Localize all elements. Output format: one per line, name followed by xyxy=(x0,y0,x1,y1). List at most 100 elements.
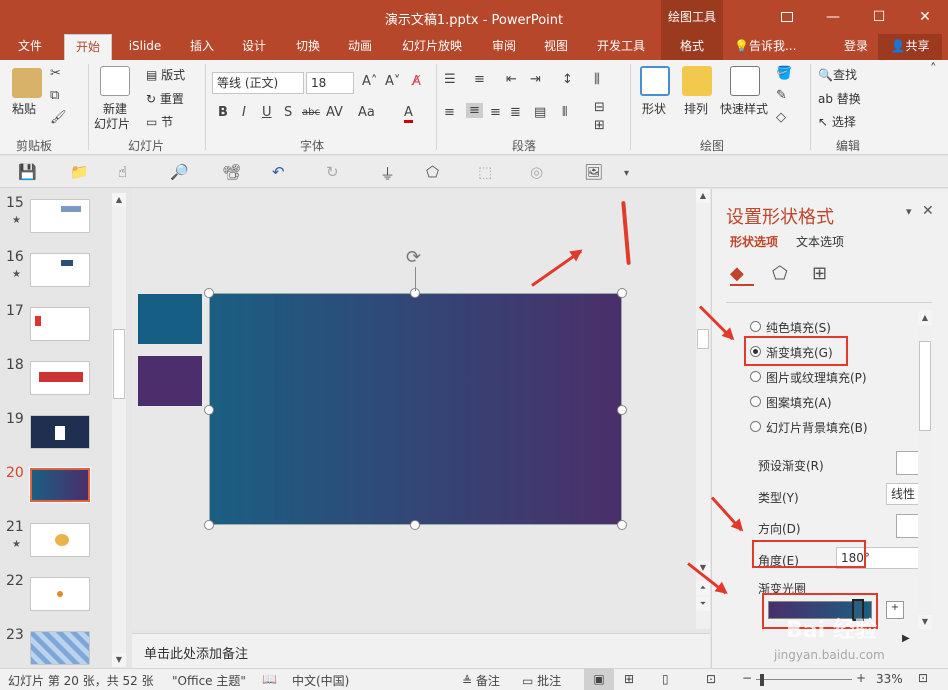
zoom-slider-thumb[interactable] xyxy=(759,674,764,686)
maximize-button[interactable]: ☐ xyxy=(856,0,902,34)
ribbon-display-options-button[interactable] xyxy=(764,0,810,34)
slideshow-from-start-icon[interactable]: 📽 xyxy=(222,163,241,181)
radio-pattern-fill[interactable] xyxy=(750,396,761,407)
resize-handle[interactable] xyxy=(204,405,214,415)
canvas-scrollbar[interactable]: ▲ ▼ ⏶ ⏷ xyxy=(696,189,710,629)
quick-styles-button[interactable]: 快速样式 xyxy=(720,100,768,117)
login-link[interactable]: 登录 xyxy=(838,34,874,60)
font-color-icon[interactable]: A xyxy=(404,105,413,123)
columns-icon[interactable]: ⫴ xyxy=(562,105,567,120)
slide-thumbnail-18[interactable] xyxy=(30,361,90,395)
fit-to-window-icon[interactable]: ⊡ xyxy=(918,671,928,685)
align-right-icon[interactable]: ≡ xyxy=(490,105,501,120)
shape-outline-icon[interactable]: ✎ xyxy=(776,88,787,103)
bold-button[interactable]: B xyxy=(218,105,228,120)
align-center-icon[interactable]: ≡ xyxy=(466,103,483,118)
clear-formatting-icon[interactable]: A̸ xyxy=(412,74,421,89)
share-button[interactable]: 👤共享 xyxy=(878,34,942,60)
tab-format[interactable]: 格式 xyxy=(661,34,723,60)
undo-icon[interactable]: ↶ xyxy=(272,163,285,181)
tab-home[interactable]: 开始 xyxy=(64,34,112,60)
find-button[interactable]: 🔍查找 xyxy=(818,66,857,83)
replace-button[interactable]: ab 替换 xyxy=(818,90,861,107)
scroll-thumb[interactable] xyxy=(697,329,709,349)
collapse-ribbon-icon[interactable]: ˄ xyxy=(930,62,937,77)
slide-thumbnail-17[interactable] xyxy=(30,307,90,341)
grow-font-icon[interactable]: A˄ xyxy=(362,74,377,89)
rotate-handle-icon[interactable]: ⟳ xyxy=(406,247,426,268)
underline-button[interactable]: U xyxy=(262,105,272,120)
shape-effects-icon[interactable]: ◇ xyxy=(776,110,786,125)
new-slide-label-2[interactable]: 幻灯片 xyxy=(94,115,130,132)
resize-handle[interactable] xyxy=(617,405,627,415)
zoom-level[interactable]: 33% xyxy=(876,672,903,686)
tab-shape-options[interactable]: 形状选项 xyxy=(730,233,778,250)
align-icon[interactable]: ⏚ xyxy=(380,163,395,184)
radio-solid-fill[interactable] xyxy=(750,321,761,332)
slide-thumbnail-20[interactable] xyxy=(29,467,91,503)
text-direction-icon[interactable]: ⫼ xyxy=(594,72,600,87)
effects-pentagon-icon[interactable]: ⬠ xyxy=(772,263,788,284)
slideshow-view-icon[interactable]: ⊡ xyxy=(706,672,716,686)
tab-developer[interactable]: 开发工具 xyxy=(590,34,652,60)
color-swatch-purple[interactable] xyxy=(138,356,202,406)
gradient-rectangle-shape[interactable] xyxy=(209,293,622,525)
justify-icon[interactable]: ≣ xyxy=(510,105,521,120)
smartart-icon[interactable]: ⊞ xyxy=(594,118,605,133)
tab-view[interactable]: 视图 xyxy=(534,34,578,60)
bullets-icon[interactable]: ☰ xyxy=(444,72,456,87)
tab-text-options[interactable]: 文本选项 xyxy=(796,233,844,250)
format-painter-icon[interactable]: 🖌 xyxy=(50,110,67,125)
thumbnails-scrollbar[interactable]: ▲ ▼ xyxy=(112,193,126,667)
font-size-combo[interactable]: 18 xyxy=(306,72,354,94)
cut-icon[interactable]: ✂ xyxy=(50,66,61,81)
spellcheck-icon[interactable]: 📖 xyxy=(262,672,277,686)
redo-icon[interactable]: ↻ xyxy=(326,163,339,181)
shadow-button[interactable]: S xyxy=(284,105,292,120)
language-indicator[interactable]: 中文(中国) xyxy=(292,672,349,689)
direction-dropdown[interactable] xyxy=(896,514,920,538)
add-gradient-stop-icon[interactable]: + xyxy=(886,601,904,619)
resize-handle[interactable] xyxy=(204,520,214,530)
slide-thumbnail-16[interactable] xyxy=(30,253,90,287)
strikethrough-button[interactable]: abc xyxy=(302,107,320,118)
touch-mode-icon[interactable]: ☝ xyxy=(118,163,127,181)
resize-handle[interactable] xyxy=(617,520,627,530)
customize-qat-icon[interactable]: ▾ xyxy=(624,168,629,179)
tell-me-box[interactable]: 💡告诉我... xyxy=(734,34,802,60)
tab-transitions[interactable]: 切换 xyxy=(286,34,330,60)
open-folder-icon[interactable]: 📁 xyxy=(70,163,89,181)
group-objects-icon[interactable]: ⬚ xyxy=(478,163,492,181)
preset-gradient-dropdown[interactable] xyxy=(896,451,920,475)
zoom-out-icon[interactable]: − xyxy=(742,671,752,685)
tab-design[interactable]: 设计 xyxy=(232,34,276,60)
pane-options-icon[interactable]: ▾ xyxy=(906,205,912,218)
shape-icon[interactable]: ⬠ xyxy=(426,163,439,181)
print-preview-icon[interactable]: 🔎 xyxy=(170,163,189,181)
scroll-thumb[interactable] xyxy=(113,329,125,399)
reading-view-icon[interactable]: ▯ xyxy=(662,672,669,686)
pane-close-icon[interactable]: ✕ xyxy=(922,203,934,219)
next-slide-icon[interactable]: ⏷ xyxy=(696,597,710,611)
increase-indent-icon[interactable]: ⇥ xyxy=(530,72,541,87)
numbering-icon[interactable]: ≡ xyxy=(474,72,485,87)
pane-scrollbar[interactable]: ▲ ▼ xyxy=(918,311,932,629)
align-left-icon[interactable]: ≡ xyxy=(444,105,455,120)
distributed-icon[interactable]: ▤ xyxy=(534,105,546,120)
color-swatch-teal[interactable] xyxy=(138,294,202,344)
shape-fill-icon[interactable]: 🪣 xyxy=(776,66,792,81)
reset-button[interactable]: ↻ 重置 xyxy=(146,90,184,107)
pane-scroll-right-icon[interactable]: ▶ xyxy=(902,633,910,644)
slide-thumbnail-15[interactable] xyxy=(30,199,90,233)
select-button[interactable]: ↖ 选择 xyxy=(818,113,856,130)
save-icon[interactable]: 💾 xyxy=(18,163,37,181)
previous-slide-icon[interactable]: ⏶ xyxy=(696,581,710,595)
slide-thumbnail-19[interactable] xyxy=(30,415,90,449)
scroll-thumb[interactable] xyxy=(919,341,931,431)
close-button[interactable]: ✕ xyxy=(902,0,948,34)
scroll-up-icon[interactable]: ▲ xyxy=(696,189,710,203)
scroll-down-icon[interactable]: ▼ xyxy=(918,615,932,629)
change-case-button[interactable]: Aa xyxy=(358,105,375,120)
comments-toggle[interactable]: ▭ 批注 xyxy=(522,672,561,689)
tab-review[interactable]: 审阅 xyxy=(482,34,526,60)
